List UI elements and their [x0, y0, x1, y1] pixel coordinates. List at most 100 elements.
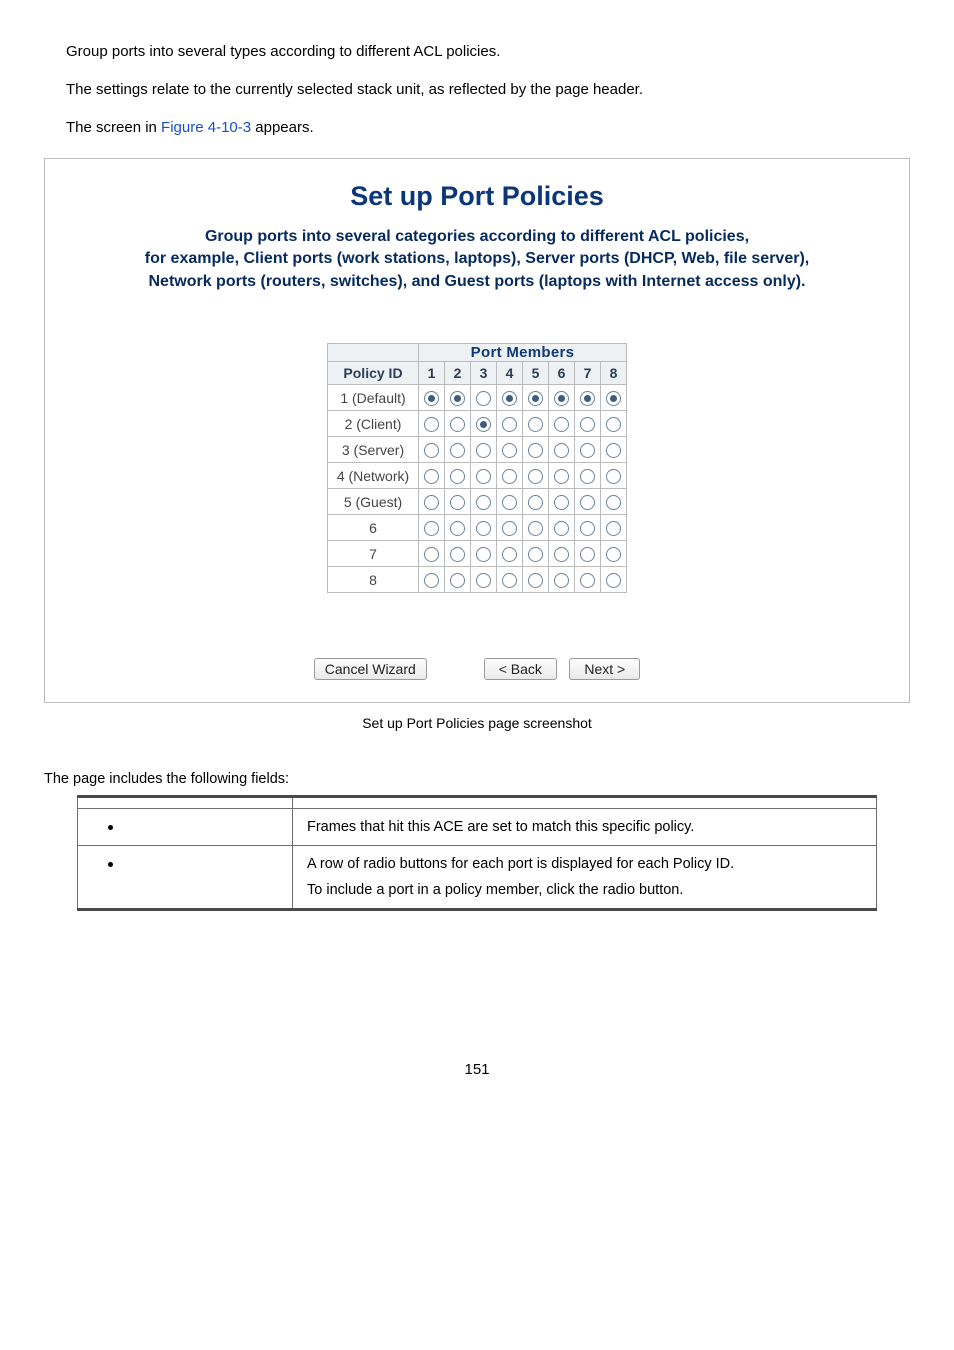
- port-cell-4-4[interactable]: [497, 463, 523, 489]
- port-cell-7-7[interactable]: [575, 541, 601, 567]
- radio-icon[interactable]: [528, 521, 543, 536]
- radio-icon[interactable]: [476, 573, 491, 588]
- port-cell-4-2[interactable]: [445, 463, 471, 489]
- radio-icon[interactable]: [450, 547, 465, 562]
- radio-icon[interactable]: [502, 547, 517, 562]
- port-cell-8-7[interactable]: [575, 567, 601, 593]
- radio-icon[interactable]: [580, 443, 595, 458]
- radio-icon[interactable]: [580, 495, 595, 510]
- radio-icon[interactable]: [502, 521, 517, 536]
- port-cell-5-4[interactable]: [497, 489, 523, 515]
- radio-icon[interactable]: [606, 573, 621, 588]
- port-cell-2-2[interactable]: [445, 411, 471, 437]
- port-cell-4-5[interactable]: [523, 463, 549, 489]
- port-cell-3-4[interactable]: [497, 437, 523, 463]
- radio-icon[interactable]: [528, 495, 543, 510]
- radio-icon[interactable]: [424, 443, 439, 458]
- radio-icon[interactable]: [424, 495, 439, 510]
- port-cell-4-7[interactable]: [575, 463, 601, 489]
- port-cell-2-8[interactable]: [601, 411, 627, 437]
- port-cell-2-6[interactable]: [549, 411, 575, 437]
- port-cell-1-1[interactable]: [419, 385, 445, 411]
- radio-icon[interactable]: [528, 469, 543, 484]
- port-cell-5-7[interactable]: [575, 489, 601, 515]
- radio-icon[interactable]: [476, 443, 491, 458]
- radio-icon[interactable]: [450, 417, 465, 432]
- radio-icon[interactable]: [476, 495, 491, 510]
- port-cell-7-1[interactable]: [419, 541, 445, 567]
- radio-icon[interactable]: [528, 573, 543, 588]
- radio-icon[interactable]: [502, 495, 517, 510]
- radio-icon[interactable]: [554, 443, 569, 458]
- port-cell-5-5[interactable]: [523, 489, 549, 515]
- port-cell-3-6[interactable]: [549, 437, 575, 463]
- port-cell-1-6[interactable]: [549, 385, 575, 411]
- port-cell-8-4[interactable]: [497, 567, 523, 593]
- radio-icon[interactable]: [554, 495, 569, 510]
- next-button[interactable]: Next >: [569, 658, 640, 680]
- radio-icon[interactable]: [476, 391, 491, 406]
- port-cell-6-1[interactable]: [419, 515, 445, 541]
- figure-link[interactable]: Figure 4-10-3: [161, 119, 251, 136]
- cancel-wizard-button[interactable]: Cancel Wizard: [314, 658, 427, 680]
- back-button[interactable]: < Back: [484, 658, 557, 680]
- port-cell-8-3[interactable]: [471, 567, 497, 593]
- port-cell-4-1[interactable]: [419, 463, 445, 489]
- port-cell-8-6[interactable]: [549, 567, 575, 593]
- radio-icon[interactable]: [554, 469, 569, 484]
- port-cell-8-1[interactable]: [419, 567, 445, 593]
- radio-icon[interactable]: [424, 417, 439, 432]
- port-cell-1-2[interactable]: [445, 385, 471, 411]
- radio-icon[interactable]: [580, 417, 595, 432]
- radio-icon[interactable]: [502, 469, 517, 484]
- port-cell-2-5[interactable]: [523, 411, 549, 437]
- port-cell-1-3[interactable]: [471, 385, 497, 411]
- radio-icon[interactable]: [450, 443, 465, 458]
- radio-icon[interactable]: [450, 573, 465, 588]
- port-cell-7-4[interactable]: [497, 541, 523, 567]
- port-cell-8-2[interactable]: [445, 567, 471, 593]
- radio-icon[interactable]: [580, 469, 595, 484]
- radio-icon[interactable]: [554, 547, 569, 562]
- port-cell-7-8[interactable]: [601, 541, 627, 567]
- radio-icon[interactable]: [580, 547, 595, 562]
- port-cell-4-8[interactable]: [601, 463, 627, 489]
- radio-icon[interactable]: [606, 469, 621, 484]
- port-cell-4-3[interactable]: [471, 463, 497, 489]
- radio-icon[interactable]: [606, 495, 621, 510]
- radio-icon[interactable]: [528, 417, 543, 432]
- port-cell-7-3[interactable]: [471, 541, 497, 567]
- radio-icon[interactable]: [528, 547, 543, 562]
- radio-icon[interactable]: [554, 391, 569, 406]
- port-cell-7-6[interactable]: [549, 541, 575, 567]
- radio-icon[interactable]: [606, 547, 621, 562]
- port-cell-6-7[interactable]: [575, 515, 601, 541]
- radio-icon[interactable]: [554, 573, 569, 588]
- radio-icon[interactable]: [528, 443, 543, 458]
- radio-icon[interactable]: [450, 495, 465, 510]
- port-cell-3-1[interactable]: [419, 437, 445, 463]
- port-cell-7-2[interactable]: [445, 541, 471, 567]
- radio-icon[interactable]: [502, 573, 517, 588]
- radio-icon[interactable]: [502, 443, 517, 458]
- port-cell-2-1[interactable]: [419, 411, 445, 437]
- port-cell-6-8[interactable]: [601, 515, 627, 541]
- port-cell-2-4[interactable]: [497, 411, 523, 437]
- radio-icon[interactable]: [502, 417, 517, 432]
- port-cell-5-1[interactable]: [419, 489, 445, 515]
- port-cell-6-3[interactable]: [471, 515, 497, 541]
- radio-icon[interactable]: [580, 391, 595, 406]
- port-cell-3-3[interactable]: [471, 437, 497, 463]
- port-cell-6-6[interactable]: [549, 515, 575, 541]
- port-cell-8-5[interactable]: [523, 567, 549, 593]
- radio-icon[interactable]: [476, 547, 491, 562]
- port-cell-1-7[interactable]: [575, 385, 601, 411]
- port-cell-2-3[interactable]: [471, 411, 497, 437]
- port-cell-5-6[interactable]: [549, 489, 575, 515]
- radio-icon[interactable]: [502, 391, 517, 406]
- radio-icon[interactable]: [476, 469, 491, 484]
- port-cell-5-8[interactable]: [601, 489, 627, 515]
- port-cell-3-8[interactable]: [601, 437, 627, 463]
- port-cell-4-6[interactable]: [549, 463, 575, 489]
- radio-icon[interactable]: [606, 417, 621, 432]
